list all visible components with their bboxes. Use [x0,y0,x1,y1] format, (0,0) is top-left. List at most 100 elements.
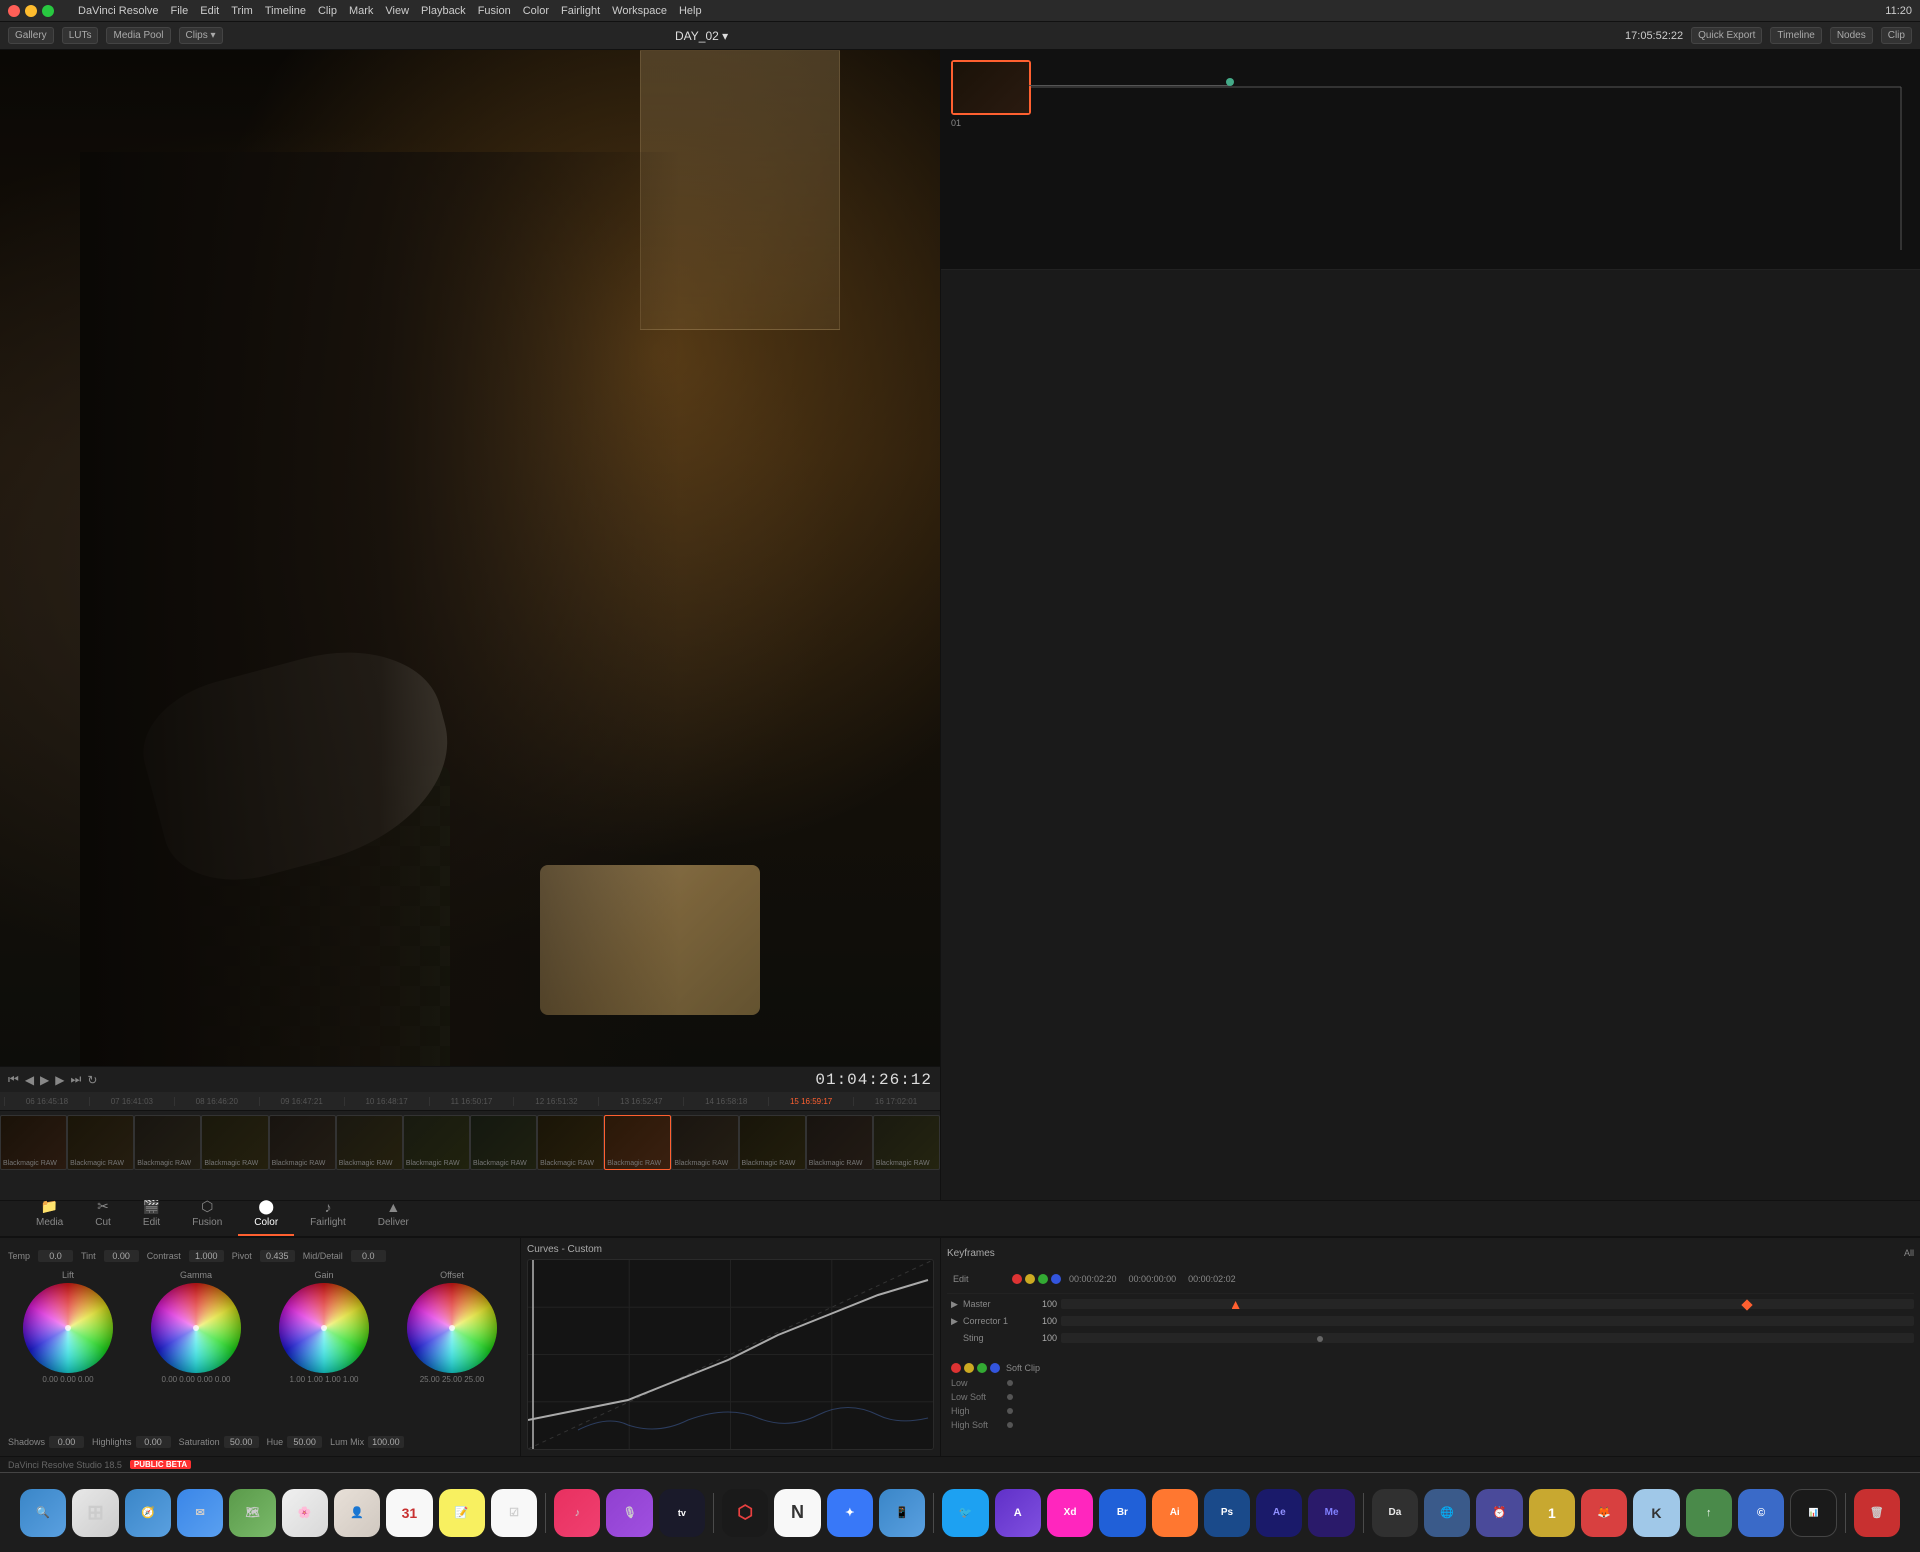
dock-globe[interactable]: 🌐 [1424,1489,1470,1537]
clip-13[interactable]: Blackmagic RAW [806,1115,873,1170]
contrast-value[interactable]: 1.000 [189,1250,224,1262]
loop-btn[interactable]: ↻ [87,1073,97,1087]
dock-resolve[interactable]: ⬡ [722,1489,768,1537]
menu-color[interactable]: Color [523,5,549,17]
lift-wheel[interactable] [23,1283,113,1373]
minimize-button[interactable] [25,5,37,17]
temp-value[interactable]: 0.0 [38,1250,73,1262]
dock-podcasts[interactable]: 🎙 [606,1489,652,1537]
gain-wheel[interactable] [279,1283,369,1373]
skip-start-btn[interactable]: ⏮ [8,1072,19,1087]
menu-davinci[interactable]: DaVinci Resolve [78,5,159,17]
clip-14[interactable]: Blackmagic RAW [873,1115,940,1170]
menu-clip[interactable]: Clip [318,5,337,17]
menu-view[interactable]: View [385,5,409,17]
curves-canvas[interactable] [527,1259,934,1450]
dock-launchpad[interactable]: ⊞ [72,1489,118,1537]
gallery-btn[interactable]: Gallery [8,27,54,44]
dock-davinci2[interactable]: Da [1372,1489,1418,1537]
dock-1password[interactable]: 1 [1529,1489,1575,1537]
dock-xd[interactable]: Xd [1047,1489,1093,1537]
quick-export-btn[interactable]: Quick Export [1691,27,1762,44]
dock-craft[interactable]: ✦ [827,1489,873,1537]
dock-safari[interactable]: 🧭 [125,1489,171,1537]
menu-fairlight[interactable]: Fairlight [561,5,600,17]
shadows-value[interactable]: 0.00 [49,1436,84,1448]
menu-trim[interactable]: Trim [231,5,253,17]
clip-8[interactable]: Blackmagic RAW [470,1115,537,1170]
nodes-btn[interactable]: Nodes [1830,27,1873,44]
dock-appletv[interactable]: tv [659,1489,705,1537]
clip-6[interactable]: Blackmagic RAW [336,1115,403,1170]
corr1-arrow[interactable]: ▶ [951,1316,959,1327]
dock-app-k[interactable]: K [1633,1489,1679,1537]
skip-end-btn[interactable]: ⏭ [71,1072,82,1087]
menu-mark[interactable]: Mark [349,5,373,17]
offset-wheel[interactable] [407,1283,497,1373]
clips-btn[interactable]: Clips ▾ [179,27,223,44]
menu-help[interactable]: Help [679,5,702,17]
media-pool-btn[interactable]: Media Pool [106,27,170,44]
dock-bridge[interactable]: Br [1099,1489,1145,1537]
dock-copyright[interactable]: © [1738,1489,1784,1537]
menu-edit[interactable]: Edit [200,5,219,17]
menu-fusion[interactable]: Fusion [478,5,511,17]
node-thumbnail[interactable] [951,60,1031,115]
clip-10-active[interactable]: Blackmagic RAW [604,1115,671,1170]
dock-reminders[interactable]: ☑ [491,1489,537,1537]
lummix-value[interactable]: 100.00 [368,1436,404,1448]
next-frame-btn[interactable]: ▶ [55,1073,64,1087]
menu-timeline[interactable]: Timeline [265,5,306,17]
clip-5[interactable]: Blackmagic RAW [269,1115,336,1170]
clip-2[interactable]: Blackmagic RAW [67,1115,134,1170]
dock-upload[interactable]: ↑ [1686,1489,1732,1537]
dock-photos[interactable]: 🌸 [282,1489,328,1537]
dock-finder[interactable]: 🔍 [20,1489,66,1537]
tint-value[interactable]: 0.00 [104,1250,139,1262]
highlights-value[interactable]: 0.00 [136,1436,171,1448]
dock-photoshop[interactable]: Ps [1204,1489,1250,1537]
dock-trash[interactable]: 🗑 [1854,1489,1900,1537]
timeline-btn[interactable]: Timeline [1770,27,1821,44]
dock-istatmenus[interactable]: 📊 [1790,1489,1836,1537]
keyframes-all[interactable]: All [1904,1248,1914,1258]
dock-maps[interactable]: 🗺 [229,1489,275,1537]
clip-4[interactable]: Blackmagic RAW [201,1115,268,1170]
prev-frame-btn[interactable]: ◀ [25,1073,34,1087]
dock-finder2[interactable]: 📱 [879,1489,925,1537]
menu-workspace[interactable]: Workspace [612,5,667,17]
dock-clock[interactable]: ⏰ [1476,1489,1522,1537]
menu-playback[interactable]: Playback [421,5,466,17]
dock-notes[interactable]: 📝 [439,1489,485,1537]
sting-value[interactable]: 100 [1032,1333,1057,1343]
dock-affinity[interactable]: A [995,1489,1041,1537]
video-container[interactable] [0,50,940,1066]
dock-contacts[interactable]: 👤 [334,1489,380,1537]
menu-file[interactable]: File [171,5,189,17]
corrector1-value[interactable]: 100 [1032,1316,1057,1326]
clip-btn[interactable]: Clip [1881,27,1912,44]
clip-9[interactable]: Blackmagic RAW [537,1115,604,1170]
hue-value[interactable]: 50.00 [287,1436,322,1448]
clip-3[interactable]: Blackmagic RAW [134,1115,201,1170]
dock-illustrator[interactable]: Ai [1152,1489,1198,1537]
master-value[interactable]: 100 [1032,1299,1057,1309]
dock-twitter[interactable]: 🐦 [942,1489,988,1537]
dock-mail[interactable]: ✉ [177,1489,223,1537]
middetail-value[interactable]: 0.0 [351,1250,386,1262]
pivot-value[interactable]: 0.435 [260,1250,295,1262]
clip-11[interactable]: Blackmagic RAW [671,1115,738,1170]
master-arrow[interactable]: ▶ [951,1299,959,1310]
clip-7[interactable]: Blackmagic RAW [403,1115,470,1170]
dock-notion[interactable]: N [774,1489,820,1537]
dock-firefox[interactable]: 🦊 [1581,1489,1627,1537]
gamma-wheel[interactable] [151,1283,241,1373]
clip-12[interactable]: Blackmagic RAW [739,1115,806,1170]
saturation-value[interactable]: 50.00 [224,1436,259,1448]
luts-btn[interactable]: LUTs [62,27,99,44]
dock-music[interactable]: ♪ [554,1489,600,1537]
dock-calendar[interactable]: 31 [386,1489,432,1537]
timeline-section[interactable]: Blackmagic RAW Blackmagic RAW Blackmagic… [0,1110,940,1200]
dock-aftereffects[interactable]: Ae [1256,1489,1302,1537]
clip-1[interactable]: Blackmagic RAW [0,1115,67,1170]
